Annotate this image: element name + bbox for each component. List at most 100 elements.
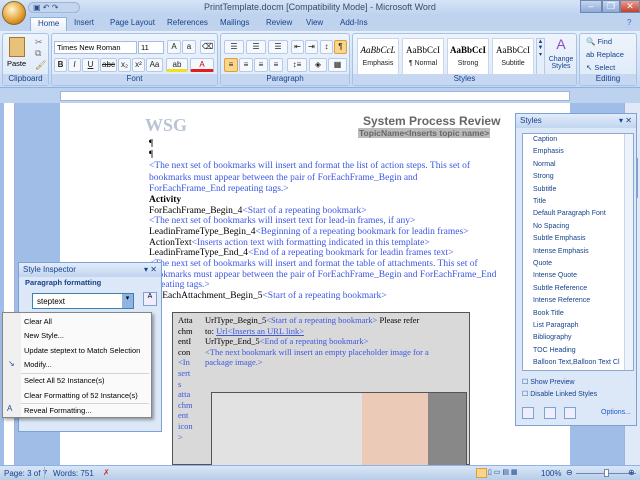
- style-list-item[interactable]: Caption¶: [533, 136, 633, 145]
- sort-button[interactable]: ↕: [320, 40, 333, 54]
- style-list-item[interactable]: Bibliography¶: [533, 334, 633, 343]
- style-list-item[interactable]: Emphasisa: [533, 148, 633, 157]
- tab-insert[interactable]: Insert: [74, 18, 94, 27]
- style-list-item[interactable]: Subtitle¶a: [533, 186, 633, 195]
- grow-font-button[interactable]: A: [167, 40, 181, 54]
- style-list-item[interactable]: Default Paragraph Fonta: [533, 210, 633, 219]
- tab-review[interactable]: Review: [266, 18, 292, 27]
- superscript-button[interactable]: x²: [132, 58, 145, 72]
- show-formatting-button[interactable]: ¶: [334, 40, 347, 54]
- style-list-item[interactable]: Subtle Emphasisa: [533, 235, 633, 244]
- menu-item-clear-formatting-instances[interactable]: Clear Formatting of 52 Instance(s): [24, 391, 138, 400]
- zoom-slider-thumb[interactable]: [604, 469, 609, 477]
- style-inspector-icon[interactable]: [544, 407, 556, 419]
- tab-mailings[interactable]: Mailings: [220, 18, 249, 27]
- copy-icon[interactable]: ⧉: [35, 48, 41, 59]
- tab-references[interactable]: References: [167, 18, 208, 27]
- select-button[interactable]: ↖ Select: [586, 63, 615, 72]
- format-painter-icon[interactable]: 🖌: [35, 60, 46, 71]
- decrease-indent-button[interactable]: ⇤: [291, 40, 304, 54]
- close-button[interactable]: ✕: [620, 0, 640, 13]
- change-case-button[interactable]: Aa: [146, 58, 163, 72]
- font-name-select[interactable]: Times New Roman: [54, 41, 137, 54]
- tab-home[interactable]: Home: [30, 17, 68, 31]
- page-indicator[interactable]: Page: 3 of 7: [4, 469, 47, 478]
- font-color-button[interactable]: A: [190, 58, 214, 72]
- style-list-item[interactable]: No Spacing¶: [533, 223, 633, 232]
- font-size-select[interactable]: 11: [138, 41, 164, 54]
- show-preview-checkbox[interactable]: ☐ Show Preview: [522, 378, 575, 386]
- zoom-out-button[interactable]: ⊖: [566, 468, 573, 477]
- close-icon[interactable]: ▾ ✕: [619, 116, 632, 125]
- tab-view[interactable]: View: [306, 18, 323, 27]
- close-icon[interactable]: ▾ ✕: [144, 265, 157, 274]
- paste-button[interactable]: Paste: [7, 59, 26, 68]
- bold-button[interactable]: B: [54, 58, 67, 72]
- align-center-button[interactable]: ≡: [239, 58, 253, 72]
- style-list-item[interactable]: Subtle Referencea: [533, 285, 633, 294]
- style-list-item[interactable]: Intense Quote¶a: [533, 272, 633, 281]
- style-list-item[interactable]: Quote¶a: [533, 260, 633, 269]
- increase-indent-button[interactable]: ⇥: [305, 40, 318, 54]
- subscript-button[interactable]: x₂: [118, 58, 131, 72]
- options-link[interactable]: Options...: [601, 409, 631, 416]
- minimize-button[interactable]: –: [580, 0, 602, 13]
- numbering-button[interactable]: ☰: [246, 40, 266, 54]
- redo-icon[interactable]: ↷: [52, 3, 59, 12]
- menu-item-reveal-formatting[interactable]: Reveal Formatting...: [24, 406, 92, 415]
- quick-access-toolbar[interactable]: ▣ ↶ ↷: [28, 2, 80, 13]
- zoom-in-button[interactable]: ⊕: [628, 468, 635, 477]
- underline-button[interactable]: U: [82, 58, 99, 72]
- tab-page-layout[interactable]: Page Layout: [110, 18, 155, 27]
- borders-button[interactable]: ▦: [328, 58, 347, 72]
- clear-formatting-button[interactable]: ⌫: [200, 40, 215, 54]
- print-layout-view-button[interactable]: [476, 468, 487, 478]
- styles-list[interactable]: Caption¶ Emphasisa Normal¶ Stronga Subtitle¶…: [522, 133, 634, 371]
- style-list-item[interactable]: TOC Heading¶: [533, 347, 633, 356]
- office-button[interactable]: [2, 1, 26, 25]
- style-gallery-normal[interactable]: AaBbCcI ¶ Normal: [402, 38, 444, 76]
- paste-icon[interactable]: [9, 37, 25, 57]
- italic-button[interactable]: I: [68, 58, 81, 72]
- manage-styles-icon[interactable]: [564, 407, 576, 419]
- menu-item-update-style[interactable]: Update steptext to Match Selection: [24, 346, 140, 355]
- clear-style-icon[interactable]: A: [143, 292, 157, 306]
- style-list-item[interactable]: Intense Referencea: [533, 297, 633, 306]
- line-spacing-button[interactable]: ↕≡: [287, 58, 307, 72]
- styles-list-scrollbar[interactable]: [624, 134, 633, 370]
- shading-button[interactable]: ◈: [309, 58, 327, 72]
- menu-item-select-all-instances[interactable]: Select All 52 Instance(s): [24, 376, 104, 385]
- menu-item-modify[interactable]: Modify...: [24, 360, 52, 369]
- highlight-button[interactable]: ab: [166, 58, 188, 72]
- shrink-font-button[interactable]: a: [182, 40, 196, 54]
- change-styles-icon[interactable]: A: [547, 36, 575, 52]
- style-list-item[interactable]: Intense Emphasisa: [533, 248, 633, 257]
- style-gallery-emphasis[interactable]: AaBbCcL Emphasis: [357, 38, 399, 76]
- multilevel-list-button[interactable]: ☰: [268, 40, 288, 54]
- url-link[interactable]: Url<Inserts an URL link>: [216, 326, 304, 336]
- cut-icon[interactable]: ✂: [35, 37, 43, 48]
- tab-add-ins[interactable]: Add-Ins: [340, 18, 368, 27]
- word-count[interactable]: Words: 751: [53, 469, 94, 478]
- style-list-item[interactable]: Title¶a: [533, 198, 633, 207]
- replace-button[interactable]: ab Replace: [586, 50, 624, 59]
- bullets-button[interactable]: ☰: [224, 40, 244, 54]
- gallery-scroll[interactable]: ▲ ▼ ▾: [536, 38, 545, 76]
- save-icon[interactable]: ▣: [33, 3, 41, 12]
- style-list-item[interactable]: Balloon Text,Balloon Text Cl¶: [533, 359, 633, 368]
- paragraph-style-select[interactable]: steptext ▾: [32, 293, 134, 309]
- style-gallery-strong[interactable]: AaBbCcI Strong: [447, 38, 489, 76]
- horizontal-ruler[interactable]: [60, 91, 570, 101]
- new-style-icon[interactable]: [522, 407, 534, 419]
- help-icon[interactable]: ?: [627, 18, 631, 27]
- style-list-item[interactable]: Book Titlea: [533, 310, 633, 319]
- justify-button[interactable]: ≡: [269, 58, 283, 72]
- attachment-table[interactable]: Atta chm entI con <In sert s atta chm ent icon > U…: [172, 312, 470, 466]
- align-right-button[interactable]: ≡: [254, 58, 268, 72]
- style-list-item[interactable]: List Paragraph¶: [533, 322, 633, 331]
- style-list-item[interactable]: Normal¶: [533, 161, 633, 170]
- menu-item-clear-all[interactable]: Clear All: [24, 317, 52, 326]
- find-button[interactable]: 🔍 Find: [586, 37, 612, 46]
- disable-linked-styles-checkbox[interactable]: ☐ Disable Linked Styles: [522, 390, 597, 398]
- change-styles-button[interactable]: Change Styles: [547, 56, 575, 70]
